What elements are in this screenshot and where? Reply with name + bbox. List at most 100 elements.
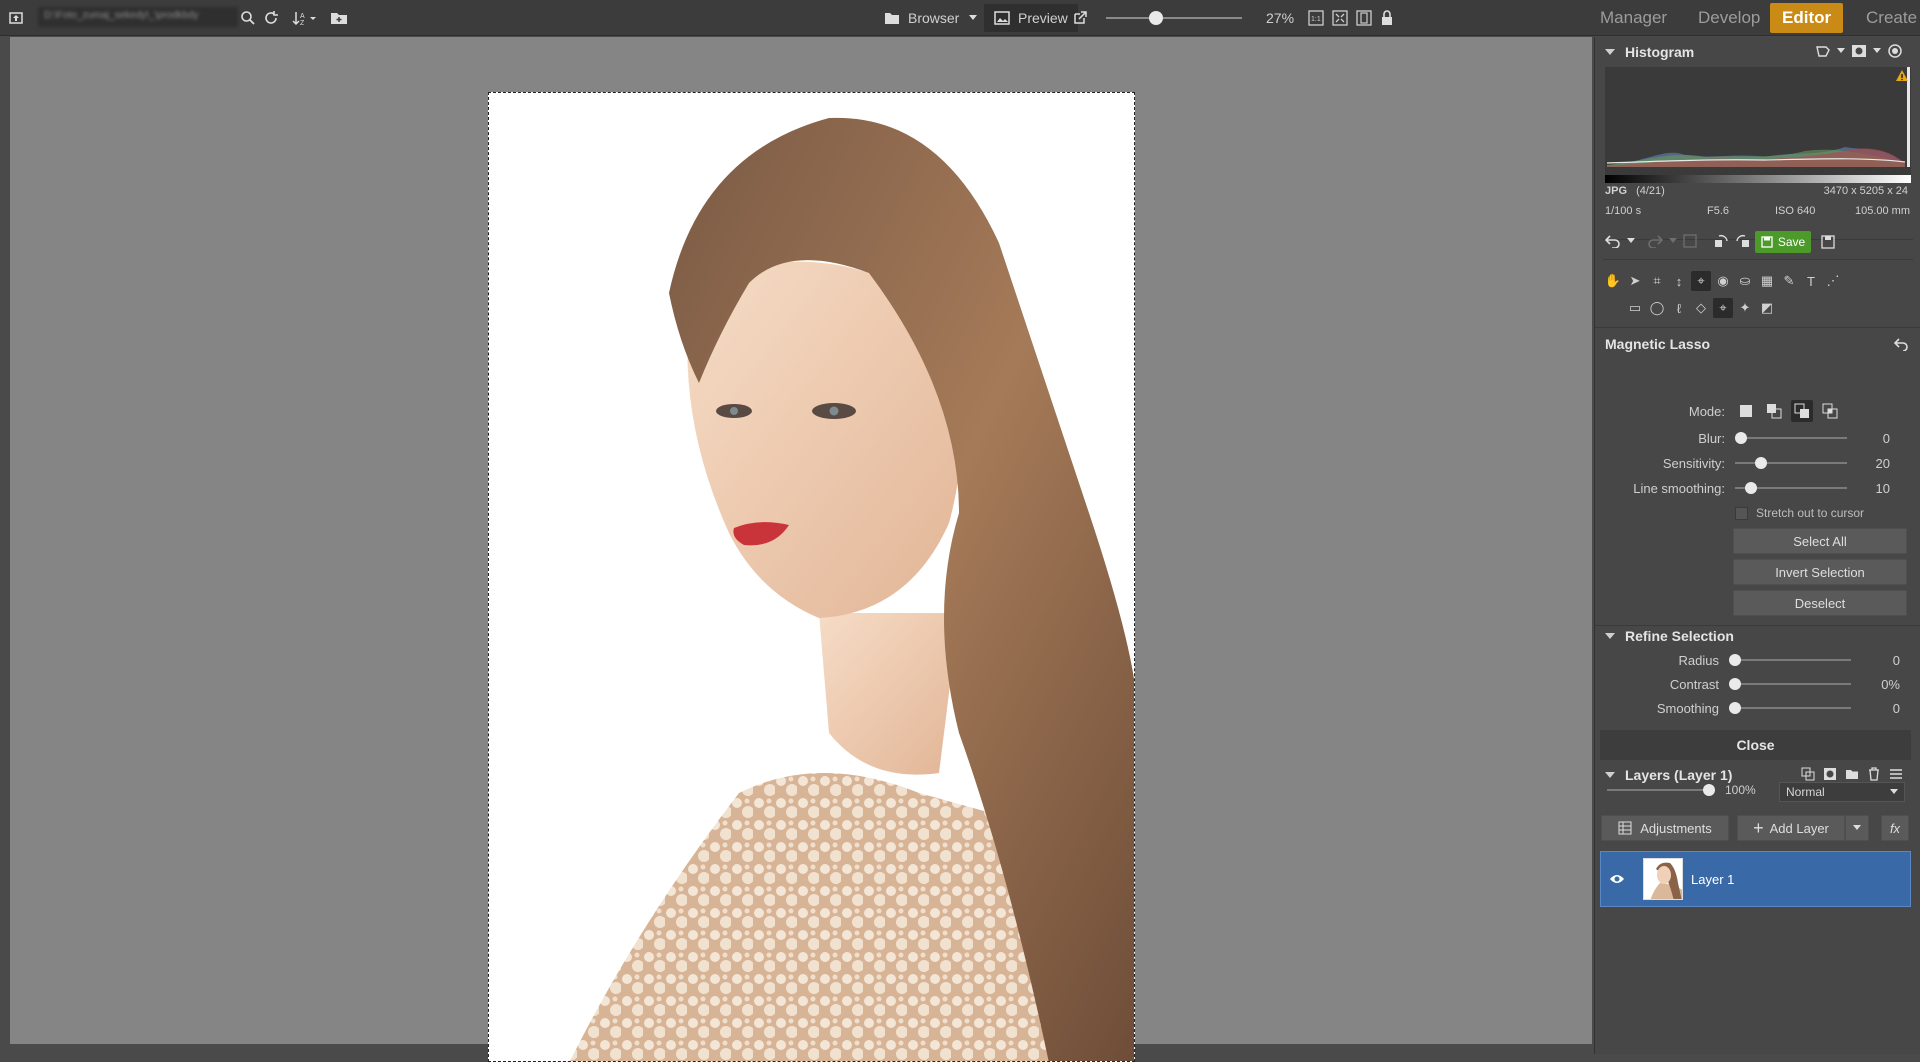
mode-subtract-icon[interactable] <box>1791 400 1813 422</box>
layer-opacity-knob[interactable] <box>1703 784 1715 796</box>
layer-name: Layer 1 <box>1691 872 1735 887</box>
lock-icon[interactable] <box>1380 0 1394 36</box>
add-layer-button[interactable]: + Add Layer <box>1737 815 1845 841</box>
settings-icon[interactable] <box>1887 43 1903 59</box>
zoom-slider-knob[interactable] <box>1149 11 1163 25</box>
canvas-area[interactable] <box>10 37 1592 1062</box>
rotate-right-icon[interactable] <box>1735 233 1751 249</box>
ellipse-select-icon[interactable]: ◯ <box>1647 298 1667 318</box>
rect-select-icon[interactable]: ▭ <box>1625 298 1645 318</box>
warning-icon <box>1896 70 1908 81</box>
redo-icon[interactable] <box>1647 234 1663 248</box>
fx-button[interactable]: fx <box>1881 815 1909 841</box>
refine-smoothing-slider-knob[interactable] <box>1729 702 1741 714</box>
radius-slider-knob[interactable] <box>1729 654 1741 666</box>
mask-view-icon[interactable] <box>1851 44 1867 58</box>
chevron-down-icon[interactable] <box>1873 48 1881 54</box>
brush-tool-icon[interactable]: ✎ <box>1779 271 1799 291</box>
undo-icon[interactable] <box>1605 234 1621 248</box>
stamp-tool-icon[interactable]: ⛀ <box>1735 271 1755 291</box>
photo-canvas[interactable] <box>488 92 1135 1062</box>
deselect-button[interactable]: Deselect <box>1733 590 1907 616</box>
blend-mode-select[interactable]: Normal <box>1779 782 1905 802</box>
layers-menu-icon[interactable] <box>1889 767 1903 781</box>
save-button[interactable]: Save <box>1755 231 1811 253</box>
external-open-icon[interactable] <box>1072 0 1088 36</box>
view-dropdown-icon[interactable] <box>968 0 978 36</box>
rotate-left-icon[interactable] <box>1713 233 1729 249</box>
mode-add-icon[interactable] <box>1763 400 1785 422</box>
select-all-button[interactable]: Select All <box>1733 528 1907 554</box>
browser-button[interactable]: Browser <box>884 0 959 36</box>
new-folder-icon[interactable] <box>330 0 348 36</box>
chevron-down-icon[interactable] <box>1837 48 1845 54</box>
chevron-down-icon[interactable] <box>1669 238 1677 244</box>
adjustments-icon <box>1618 821 1632 835</box>
search-icon[interactable] <box>240 0 256 36</box>
grid-tool-icon[interactable]: ▦ <box>1757 271 1777 291</box>
eye-icon[interactable] <box>1609 873 1625 885</box>
layer-mask-icon[interactable] <box>1823 767 1837 781</box>
layer-opacity-slider[interactable] <box>1607 783 1715 797</box>
polygon-lasso-icon[interactable]: ◇ <box>1691 298 1711 318</box>
fit-height-icon[interactable] <box>1356 0 1372 36</box>
zoom-1to1-icon[interactable]: 1:1 <box>1308 0 1324 36</box>
blur-slider-knob[interactable] <box>1735 432 1747 444</box>
reset-icon[interactable] <box>1894 337 1908 351</box>
zoom-slider[interactable] <box>1106 0 1242 36</box>
crop-tool-icon[interactable]: ⌗ <box>1647 271 1667 291</box>
adjustments-button[interactable]: Adjustments <box>1601 815 1729 841</box>
close-button[interactable]: Close <box>1600 730 1911 760</box>
stretch-checkbox-row[interactable]: Stretch out to cursor <box>1735 506 1864 520</box>
invert-selection-button[interactable]: Invert Selection <box>1733 559 1907 585</box>
tab-manager[interactable]: Manager <box>1588 3 1679 33</box>
tab-editor[interactable]: Editor <box>1770 3 1844 33</box>
magnetic-lasso-icon[interactable]: ⌖ <box>1713 298 1733 318</box>
mode-intersect-icon[interactable] <box>1819 400 1841 422</box>
quick-mask-icon[interactable]: ◩ <box>1757 298 1777 318</box>
layers-title: Layers (Layer 1) <box>1625 767 1733 783</box>
refine-selection-header[interactable]: Refine Selection <box>1605 625 1734 647</box>
sensitivity-slider[interactable] <box>1735 456 1847 470</box>
perspective-tool-icon[interactable]: ↕ <box>1669 271 1689 291</box>
refresh-icon[interactable] <box>262 0 280 36</box>
lasso-view-icon[interactable] <box>1815 44 1831 58</box>
home-icon[interactable] <box>8 0 24 36</box>
refine-smoothing-label: Smoothing <box>1656 701 1719 716</box>
contrast-slider[interactable] <box>1729 677 1851 691</box>
folder-icon <box>885 13 899 24</box>
sensitivity-slider-knob[interactable] <box>1755 457 1767 469</box>
lasso-tool-icon[interactable]: ⌖ <box>1691 271 1711 291</box>
layer-folder-icon[interactable] <box>1845 767 1859 781</box>
magic-wand-icon[interactable]: ✦ <box>1735 298 1755 318</box>
hand-tool-icon[interactable]: ✋ <box>1603 271 1623 291</box>
line-smoothing-slider-knob[interactable] <box>1745 482 1757 494</box>
blur-slider[interactable] <box>1735 431 1847 445</box>
chevron-down-icon[interactable] <box>1627 238 1635 244</box>
sort-icon[interactable]: AZ <box>292 0 318 36</box>
red-eye-tool-icon[interactable]: ◉ <box>1713 271 1733 291</box>
freehand-lasso-icon[interactable]: ℓ <box>1669 298 1689 318</box>
image-icon <box>994 11 1010 25</box>
refine-smoothing-slider[interactable] <box>1729 701 1851 715</box>
duplicate-layer-icon[interactable] <box>1801 767 1815 781</box>
delete-layer-icon[interactable] <box>1867 767 1881 781</box>
path-field[interactable]: D:\Foto_zumaj_sekedy\_\prodkbdy <box>38 7 238 27</box>
contrast-slider-knob[interactable] <box>1729 678 1741 690</box>
stretch-checkbox[interactable] <box>1735 506 1748 520</box>
line-smoothing-slider[interactable] <box>1735 481 1847 495</box>
tab-develop[interactable]: Develop <box>1686 3 1772 33</box>
tab-create[interactable]: Create <box>1854 3 1920 33</box>
history-icon[interactable] <box>1683 234 1697 248</box>
radius-slider[interactable] <box>1729 653 1851 667</box>
more-tools-icon[interactable]: ⋰ <box>1823 271 1843 291</box>
selection-tool-icon[interactable]: ➤ <box>1625 271 1645 291</box>
histogram-header[interactable]: Histogram <box>1605 41 1694 63</box>
layer-row[interactable]: Layer 1 <box>1600 851 1911 907</box>
add-layer-dropdown[interactable] <box>1845 815 1869 841</box>
fit-screen-icon[interactable] <box>1332 0 1348 36</box>
mode-new-icon[interactable] <box>1735 400 1757 422</box>
save-as-icon[interactable] <box>1821 235 1835 249</box>
text-tool-icon[interactable]: T <box>1801 271 1821 291</box>
preview-button[interactable]: Preview <box>984 4 1078 32</box>
